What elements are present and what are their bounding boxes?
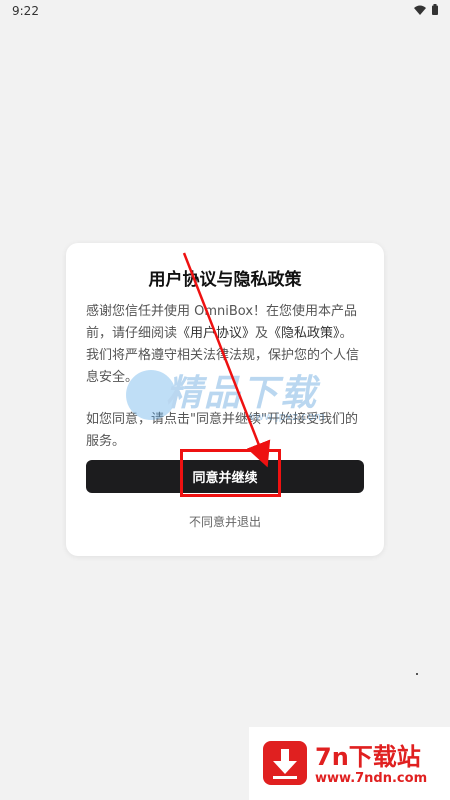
status-bar: 9:22 <box>0 0 450 22</box>
watermark-url: www.jpxz.com <box>246 410 325 423</box>
disagree-exit-button[interactable]: 不同意并退出 <box>66 513 384 530</box>
brand-url: www.7ndn.com <box>315 771 428 786</box>
brand-watermark: 7n下载站 www.7ndn.com <box>249 727 450 800</box>
brand-name: 7n下载站 <box>315 743 421 771</box>
status-time: 9:22 <box>12 4 39 18</box>
body-text-and: 及 <box>255 326 269 341</box>
watermark-text: 精品下载 <box>166 373 319 414</box>
wifi-icon <box>414 5 426 15</box>
watermark: 精品下载 www.jpxz.com <box>126 360 386 430</box>
annotation-highlight-box <box>180 449 281 497</box>
user-agreement-link[interactable]: 《用户协议》 <box>177 326 255 341</box>
download-icon <box>263 741 307 785</box>
status-icons <box>414 4 438 15</box>
privacy-policy-link[interactable]: 《隐私政策》 <box>268 326 340 341</box>
screen-dot <box>416 673 418 675</box>
battery-icon <box>432 4 438 15</box>
dialog-title: 用户协议与隐私政策 <box>148 270 302 290</box>
